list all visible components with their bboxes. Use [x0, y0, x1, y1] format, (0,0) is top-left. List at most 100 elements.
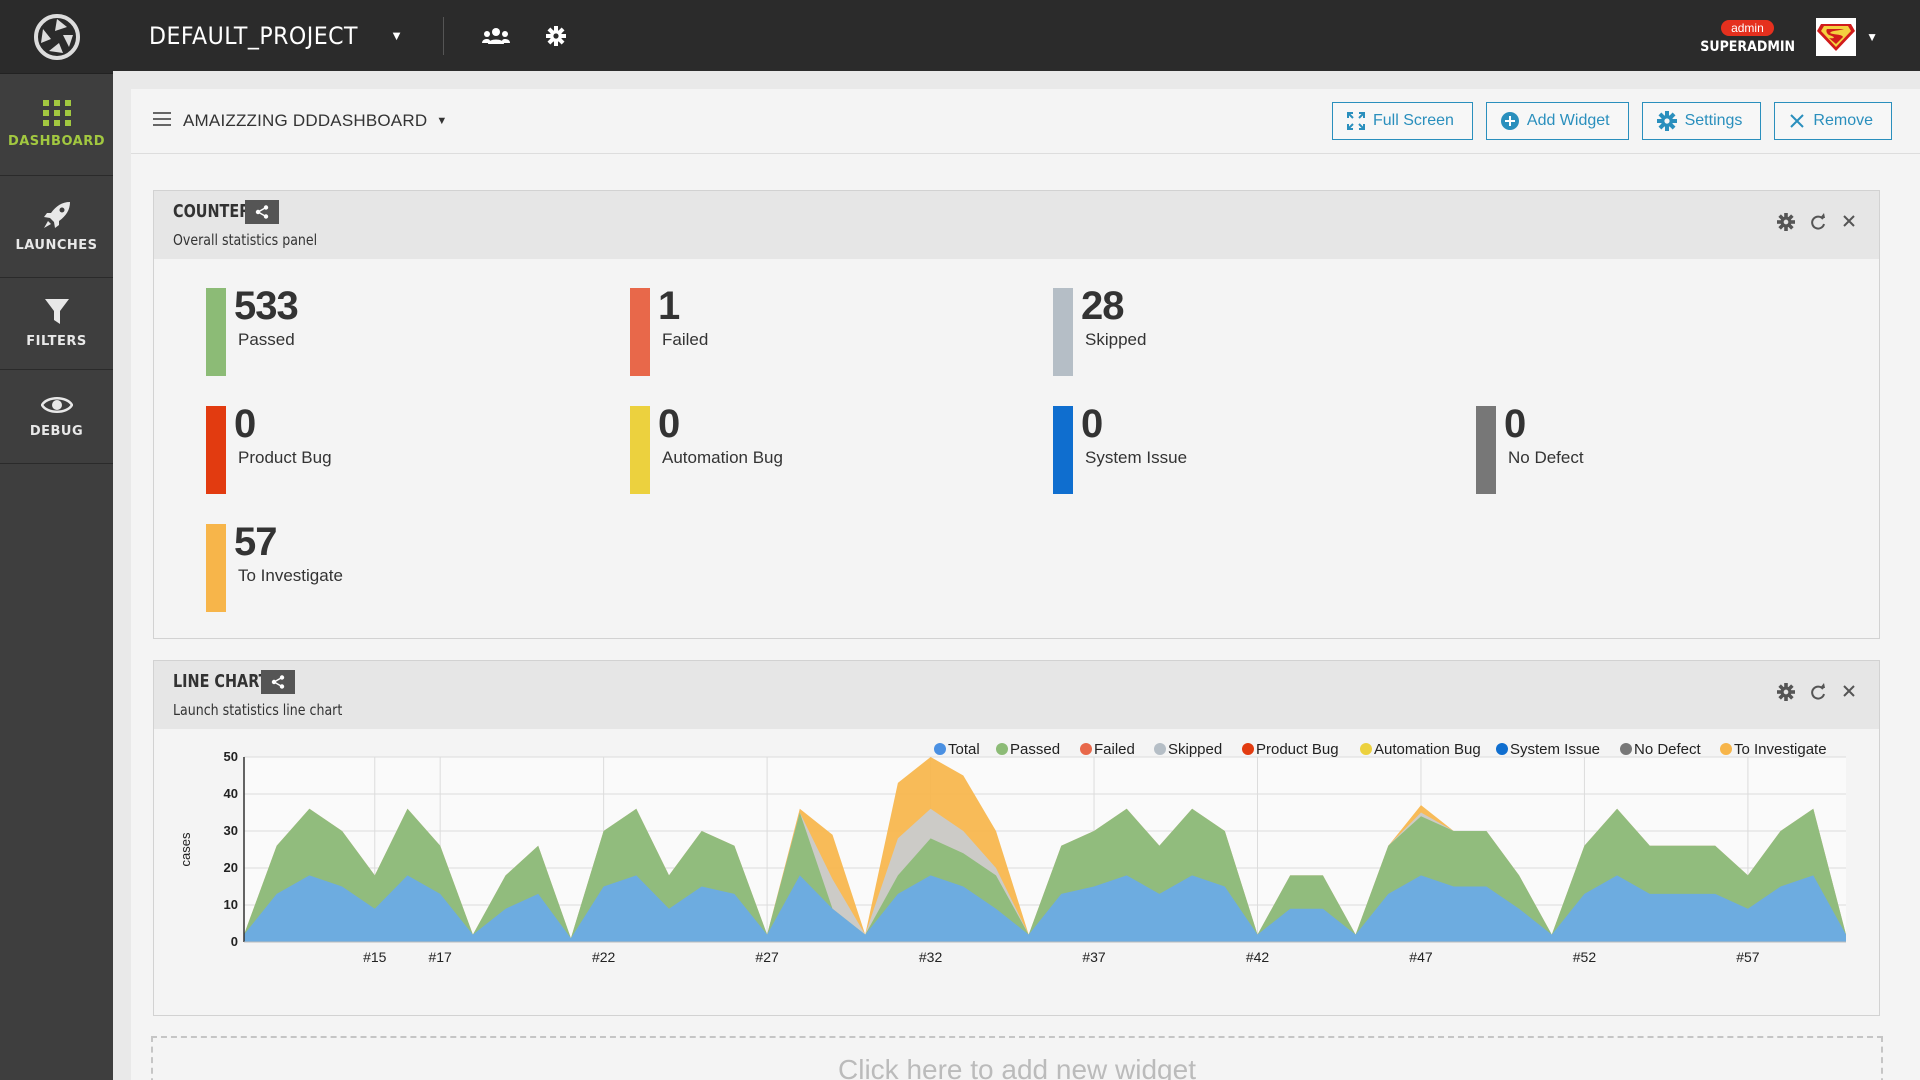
filter-icon [44, 299, 69, 324]
counter-color-bar [1476, 406, 1496, 494]
legend-swatch [1242, 743, 1254, 755]
legend-swatch [996, 743, 1008, 755]
x-tick-label: #57 [1736, 949, 1760, 965]
legend-swatch [1154, 743, 1166, 755]
project-settings-gear-icon[interactable] [546, 25, 567, 46]
legend-swatch [1620, 743, 1632, 755]
x-tick-label: #15 [363, 949, 387, 965]
eye-icon [40, 397, 73, 413]
y-tick-label: 20 [224, 860, 238, 875]
counter-value: 0 [658, 402, 680, 446]
x-tick-label: #42 [1246, 949, 1270, 965]
dashboard-name[interactable]: AMAIZZZING DDDASHBOARD [183, 111, 427, 131]
user-dropdown-caret-icon[interactable]: ▼ [1866, 30, 1878, 44]
widget-title: COUNTER [173, 201, 251, 222]
widget-settings-icon[interactable] [1777, 213, 1795, 231]
counter-value: 1 [658, 284, 680, 328]
legend-swatch [934, 743, 946, 755]
sidebar-item-dashboard[interactable]: DASHBOARD [0, 74, 113, 176]
y-axis-label: cases [178, 832, 193, 866]
counter-label: No Defect [1508, 448, 1584, 467]
widget-header[interactable]: LINE CHART Launch statistics line chart [154, 661, 1879, 729]
settings-label: Settings [1684, 112, 1743, 129]
widget-refresh-icon[interactable] [1809, 683, 1827, 701]
counter-value: 0 [1504, 402, 1526, 446]
y-tick-label: 0 [231, 934, 238, 949]
remove-label: Remove [1813, 112, 1873, 129]
full-screen-label: Full Screen [1372, 112, 1454, 129]
counter-label: Passed [238, 330, 295, 349]
legend-label: No Defect [1634, 741, 1702, 758]
counter-value: 533 [234, 284, 299, 328]
expand-icon [1346, 112, 1365, 130]
widget-refresh-icon[interactable] [1809, 213, 1827, 231]
hamburger-menu-icon[interactable] [153, 111, 171, 131]
sidebar: DASHBOARD LAUNCHES FILTERS DEBUG [0, 0, 113, 1080]
close-icon [1790, 114, 1805, 128]
members-icon[interactable] [482, 26, 511, 46]
counter-label: To Investigate [238, 566, 343, 585]
counter-value: 0 [1081, 402, 1103, 446]
line-chart-widget: LINE CHART Launch statistics line chart … [153, 660, 1880, 1016]
settings-button[interactable]: Settings [1641, 102, 1762, 140]
share-icon[interactable] [245, 200, 279, 224]
add-new-widget-area[interactable]: Click here to add new widget [151, 1036, 1883, 1080]
user-menu[interactable]: admin SUPERADMIN ▼ [1695, 18, 1878, 56]
widget-header[interactable]: COUNTER Overall statistics panel [154, 191, 1879, 259]
legend-label: Failed [1094, 741, 1135, 758]
legend-label: To Investigate [1734, 741, 1827, 758]
legend-label: Automation Bug [1374, 741, 1481, 758]
legend-label: Skipped [1168, 741, 1222, 758]
y-tick-label: 10 [224, 897, 238, 912]
counter-color-bar [1053, 288, 1073, 376]
legend-label: System Issue [1510, 741, 1600, 758]
sidebar-item-label: DASHBOARD [7, 134, 106, 149]
sidebar-item-debug[interactable]: DEBUG [0, 370, 113, 464]
x-tick-label: #32 [919, 949, 943, 965]
counter-label: System Issue [1085, 448, 1188, 467]
legend-swatch [1080, 743, 1092, 755]
remove-button[interactable]: Remove [1774, 102, 1892, 140]
counter-widget: COUNTER Overall statistics panel 533 Pas [153, 190, 1880, 639]
widget-settings-icon[interactable] [1777, 683, 1795, 701]
counter-color-bar [630, 406, 650, 494]
x-tick-label: #22 [592, 949, 616, 965]
counter-color-bar [206, 288, 226, 376]
widget-subtitle: Launch statistics line chart [173, 701, 343, 719]
counter-label: Product Bug [238, 448, 332, 467]
full-screen-button[interactable]: Full Screen [1331, 102, 1473, 140]
sidebar-item-filters[interactable]: FILTERS [0, 278, 113, 370]
add-widget-button[interactable]: Add Widget [1485, 102, 1629, 140]
counter-color-bar [206, 524, 226, 612]
counter-color-bar [206, 406, 226, 494]
toolbar-buttons: Full Screen Add Widget Settings Remove [1331, 102, 1892, 140]
legend-swatch [1720, 743, 1732, 755]
share-icon[interactable] [261, 670, 295, 694]
sidebar-item-label: LAUNCHES [15, 238, 98, 253]
x-tick-label: #52 [1573, 949, 1597, 965]
line-chart: 0 10 20 30 40 50 #15 #17 #22 #27 #32 #37 #42 #47 #52 #5… [178, 741, 1846, 965]
widget-title: LINE CHART [173, 671, 269, 692]
counter-label: Failed [662, 330, 709, 349]
project-dropdown-caret-icon[interactable]: ▼ [390, 28, 403, 43]
dashboard-dropdown-caret-icon[interactable]: ▼ [436, 115, 447, 127]
rocket-icon [43, 202, 70, 228]
avatar[interactable] [1816, 18, 1857, 56]
add-widget-label: Add Widget [1526, 112, 1610, 129]
gear-icon [1656, 111, 1677, 131]
aperture-logo-icon [33, 13, 80, 60]
counter-color-bar [1053, 406, 1073, 494]
app-logo[interactable] [0, 0, 113, 74]
legend-swatch [1360, 743, 1372, 755]
user-name: SUPERADMIN [1700, 38, 1795, 55]
y-tick-label: 30 [224, 823, 238, 838]
legend-label: Product Bug [1256, 741, 1339, 758]
sidebar-item-launches[interactable]: LAUNCHES [0, 176, 113, 278]
sidebar-item-label: FILTERS [26, 334, 87, 349]
counter-color-bar [630, 288, 650, 376]
header-divider [443, 16, 445, 55]
widget-close-icon[interactable] [1841, 683, 1857, 701]
role-badge: admin [1721, 19, 1774, 36]
project-name[interactable]: DEFAULT_PROJECT [149, 22, 358, 50]
widget-close-icon[interactable] [1841, 213, 1857, 231]
